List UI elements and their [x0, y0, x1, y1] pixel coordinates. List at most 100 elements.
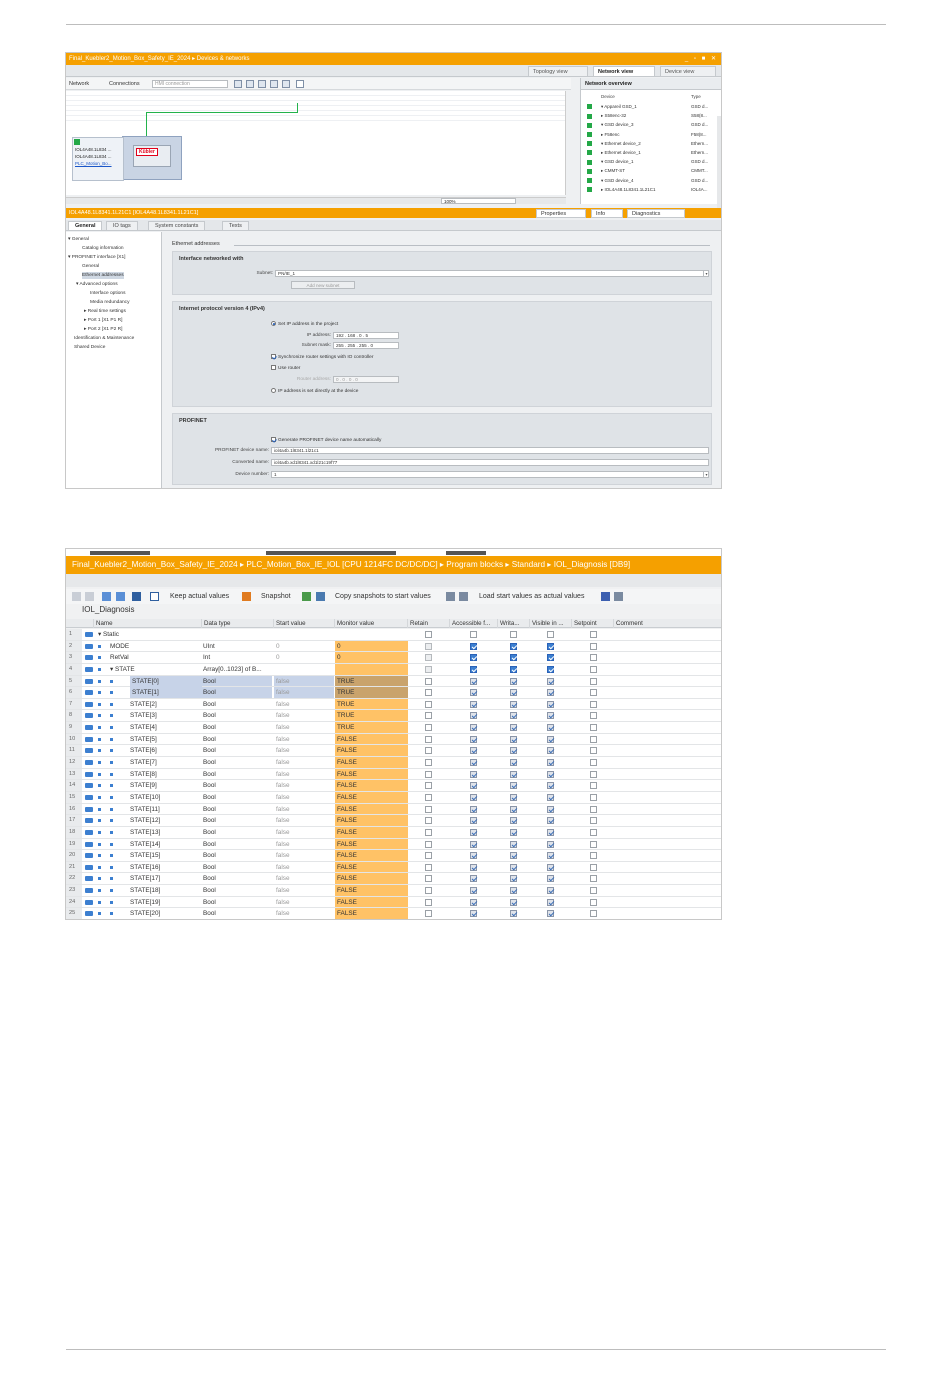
variable-name[interactable]: STATE[10] [130, 792, 160, 803]
toolbar-icon-1[interactable] [234, 80, 242, 88]
table-row[interactable]: 13 STATE[8] Bool false FALSE [66, 768, 721, 781]
monitor-value-cell[interactable]: FALSE [335, 733, 408, 745]
table-row[interactable]: 24 STATE[19] Bool false FALSE [66, 896, 721, 909]
table-row[interactable]: 15 STATE[10] Bool false FALSE [66, 791, 721, 804]
monitor-value-cell[interactable]: TRUE [335, 675, 408, 687]
column-header[interactable]: Setpoint [572, 619, 614, 628]
checkbox[interactable] [425, 747, 432, 755]
variable-name[interactable]: STATE[13] [130, 827, 160, 838]
variable-name[interactable]: STATE[17] [130, 873, 160, 884]
router-address-field[interactable]: 0 . 0 . 0 . 0 [333, 376, 399, 383]
variable-name[interactable]: STATE[8] [130, 769, 157, 780]
monitor-value-cell[interactable]: FALSE [335, 757, 408, 768]
variable-name[interactable]: STATE[5] [130, 734, 157, 745]
start-value-cell[interactable]: 0 [274, 652, 334, 663]
toolbar-icon-expand[interactable] [102, 592, 111, 601]
nav-item[interactable]: ▸ Port 2 [X1 P2 R] [84, 326, 122, 333]
checkbox[interactable] [425, 898, 432, 906]
checkbox[interactable] [590, 631, 597, 638]
column-header[interactable] [66, 619, 94, 628]
checkbox[interactable] [425, 735, 432, 743]
monitor-value-cell[interactable]: TRUE [335, 722, 408, 733]
toolbar-icon-monitor[interactable] [150, 592, 159, 601]
toolbar-icon-add-row[interactable] [85, 592, 94, 601]
data-type-cell[interactable]: Bool [202, 675, 272, 687]
monitor-value-cell[interactable]: FALSE [335, 850, 408, 861]
checkbox[interactable] [470, 782, 477, 790]
checkbox[interactable] [547, 700, 554, 708]
monitor-value-cell[interactable]: FALSE [335, 885, 408, 896]
monitor-value-cell[interactable]: FALSE [335, 826, 408, 838]
checkbox[interactable] [470, 828, 477, 836]
variable-name[interactable]: STATE[18] [130, 885, 160, 896]
table-row[interactable]: 18 STATE[13] Bool false FALSE [66, 826, 721, 839]
variable-name[interactable]: STATE[4] [130, 722, 157, 733]
start-value-cell[interactable]: false [274, 897, 334, 908]
data-type-cell[interactable]: Bool [202, 780, 272, 791]
monitor-value-cell[interactable]: FALSE [335, 838, 408, 850]
checkbox[interactable] [547, 875, 554, 883]
load-icon-2[interactable] [614, 592, 623, 601]
load-start-values-button[interactable]: Load start values as actual values [479, 589, 584, 604]
checkbox[interactable] [547, 840, 554, 848]
checkbox[interactable] [547, 712, 554, 720]
tab-texts[interactable]: Texts [222, 221, 249, 231]
checkbox[interactable] [470, 735, 477, 743]
tab-info[interactable]: Info [591, 209, 623, 218]
connection-type-select[interactable]: HMI connection [152, 80, 228, 88]
nav-item[interactable]: ▸ Real time settings [84, 308, 126, 315]
tab-system-constants[interactable]: System constants [148, 221, 206, 231]
checkbox[interactable] [425, 782, 432, 790]
table-row[interactable]: 6 STATE[1] Bool false TRUE [66, 687, 721, 699]
checkbox[interactable] [590, 852, 597, 860]
keep-values-icon[interactable] [242, 592, 251, 601]
nav-item[interactable]: ▸ Port 1 [X1 P1 R] [84, 317, 122, 324]
checkbox[interactable] [470, 817, 477, 825]
checkbox[interactable] [590, 677, 597, 685]
checkbox[interactable] [547, 759, 554, 767]
copy-icon-2[interactable] [459, 592, 468, 601]
chevron-down-icon[interactable]: ▾ [703, 472, 709, 477]
checkbox[interactable] [470, 642, 477, 650]
monitor-value-cell[interactable]: FALSE [335, 745, 408, 757]
checkbox[interactable] [590, 828, 597, 836]
checkbox[interactable] [590, 747, 597, 755]
toolbar-icon-2[interactable] [246, 80, 254, 88]
checkbox[interactable] [590, 770, 597, 778]
tab-io-tags[interactable]: IO tags [106, 221, 138, 231]
monitor-value-cell[interactable]: 0 [335, 640, 408, 652]
checkbox[interactable] [590, 700, 597, 708]
monitor-value-cell[interactable]: FALSE [335, 861, 408, 873]
checkbox[interactable] [547, 898, 554, 906]
start-value-cell[interactable]: false [274, 885, 334, 896]
checkbox[interactable] [425, 759, 432, 767]
overview-title[interactable]: Network overview [581, 78, 721, 90]
device-number-select[interactable]: 1 [271, 471, 709, 478]
data-type-cell[interactable]: Bool [202, 908, 272, 919]
table-row[interactable]: 23 STATE[18] Bool false FALSE [66, 885, 721, 897]
overview-row[interactable]: ▾ Appareil GSD_1 GSD d... [587, 103, 715, 111]
checkbox[interactable] [547, 631, 554, 638]
nav-item[interactable]: Identification & Maintenance [74, 335, 134, 342]
checkbox[interactable] [547, 817, 554, 825]
variable-name[interactable]: STATE[16] [130, 862, 160, 873]
checkbox[interactable] [547, 887, 554, 895]
checkbox[interactable] [470, 887, 477, 895]
overview-row[interactable]: ▾ GSD device_4 GSD d... [587, 177, 715, 185]
checkbox[interactable] [510, 759, 517, 767]
subnet-select[interactable]: PN/IE_1 [275, 270, 709, 277]
checkbox[interactable] [470, 805, 477, 813]
checkbox[interactable] [470, 898, 477, 906]
checkbox[interactable] [425, 817, 432, 825]
device-name-field[interactable]: iol4a4b.1l8341.1l21c1 [271, 447, 709, 454]
variable-name[interactable]: STATE[2] [130, 699, 157, 710]
checkbox[interactable] [510, 840, 517, 848]
checkbox[interactable] [425, 642, 432, 650]
checkbox[interactable] [470, 712, 477, 720]
checkbox[interactable] [510, 863, 517, 871]
checkbox[interactable] [470, 852, 477, 860]
data-type-cell[interactable]: Bool [202, 687, 272, 698]
overview-row[interactable]: ▾ GSD device_1 GSD d... [587, 158, 715, 166]
checkbox[interactable] [470, 910, 477, 918]
checkbox[interactable] [547, 689, 554, 697]
